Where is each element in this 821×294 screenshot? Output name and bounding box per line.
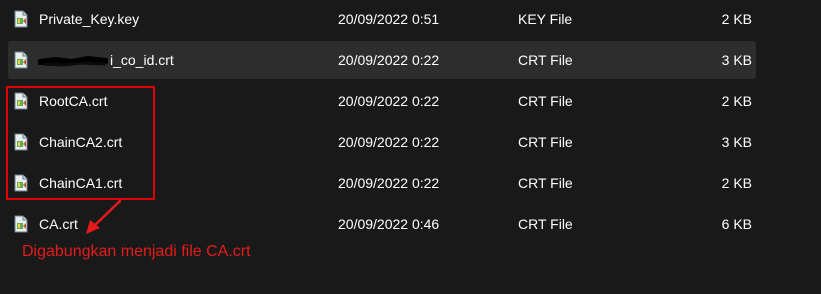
file-name: i_co_id.crt <box>110 52 174 68</box>
file-name: CA.crt <box>39 216 78 232</box>
certificate-file-icon <box>14 215 28 233</box>
file-size: 2 KB <box>721 11 752 27</box>
file-date: 20/09/2022 0:22 <box>338 52 440 68</box>
file-type: CRT File <box>518 175 573 191</box>
file-size: 2 KB <box>721 93 752 109</box>
certificate-file-icon <box>14 51 28 69</box>
file-type: CRT File <box>518 93 573 109</box>
file-row[interactable]: Private_Key.key 20/09/2022 0:51 KEY File… <box>8 0 756 38</box>
file-type: CRT File <box>518 52 573 68</box>
file-row[interactable]: i_co_id.crt 20/09/2022 0:22 CRT File 3 K… <box>8 41 756 79</box>
file-size: 3 KB <box>721 52 752 68</box>
file-date: 20/09/2022 0:46 <box>338 216 440 232</box>
file-date: 20/09/2022 0:22 <box>338 175 440 191</box>
highlight-box <box>6 86 155 200</box>
file-date: 20/09/2022 0:22 <box>338 134 440 150</box>
annotation-text: Digabungkan menjadi file CA.crt <box>22 243 251 260</box>
file-explorer-view: Private_Key.key 20/09/2022 0:51 KEY File… <box>0 0 821 294</box>
file-type: CRT File <box>518 216 573 232</box>
file-size: 3 KB <box>721 134 752 150</box>
file-name: Private_Key.key <box>39 11 140 27</box>
file-size: 2 KB <box>721 175 752 191</box>
file-size: 6 KB <box>721 216 752 232</box>
file-date: 20/09/2022 0:22 <box>338 93 440 109</box>
arrow-icon <box>86 199 122 234</box>
file-type: CRT File <box>518 134 573 150</box>
redaction-mark <box>38 56 108 67</box>
file-type: KEY File <box>518 11 573 27</box>
certificate-file-icon <box>14 10 28 28</box>
file-date: 20/09/2022 0:51 <box>338 11 440 27</box>
